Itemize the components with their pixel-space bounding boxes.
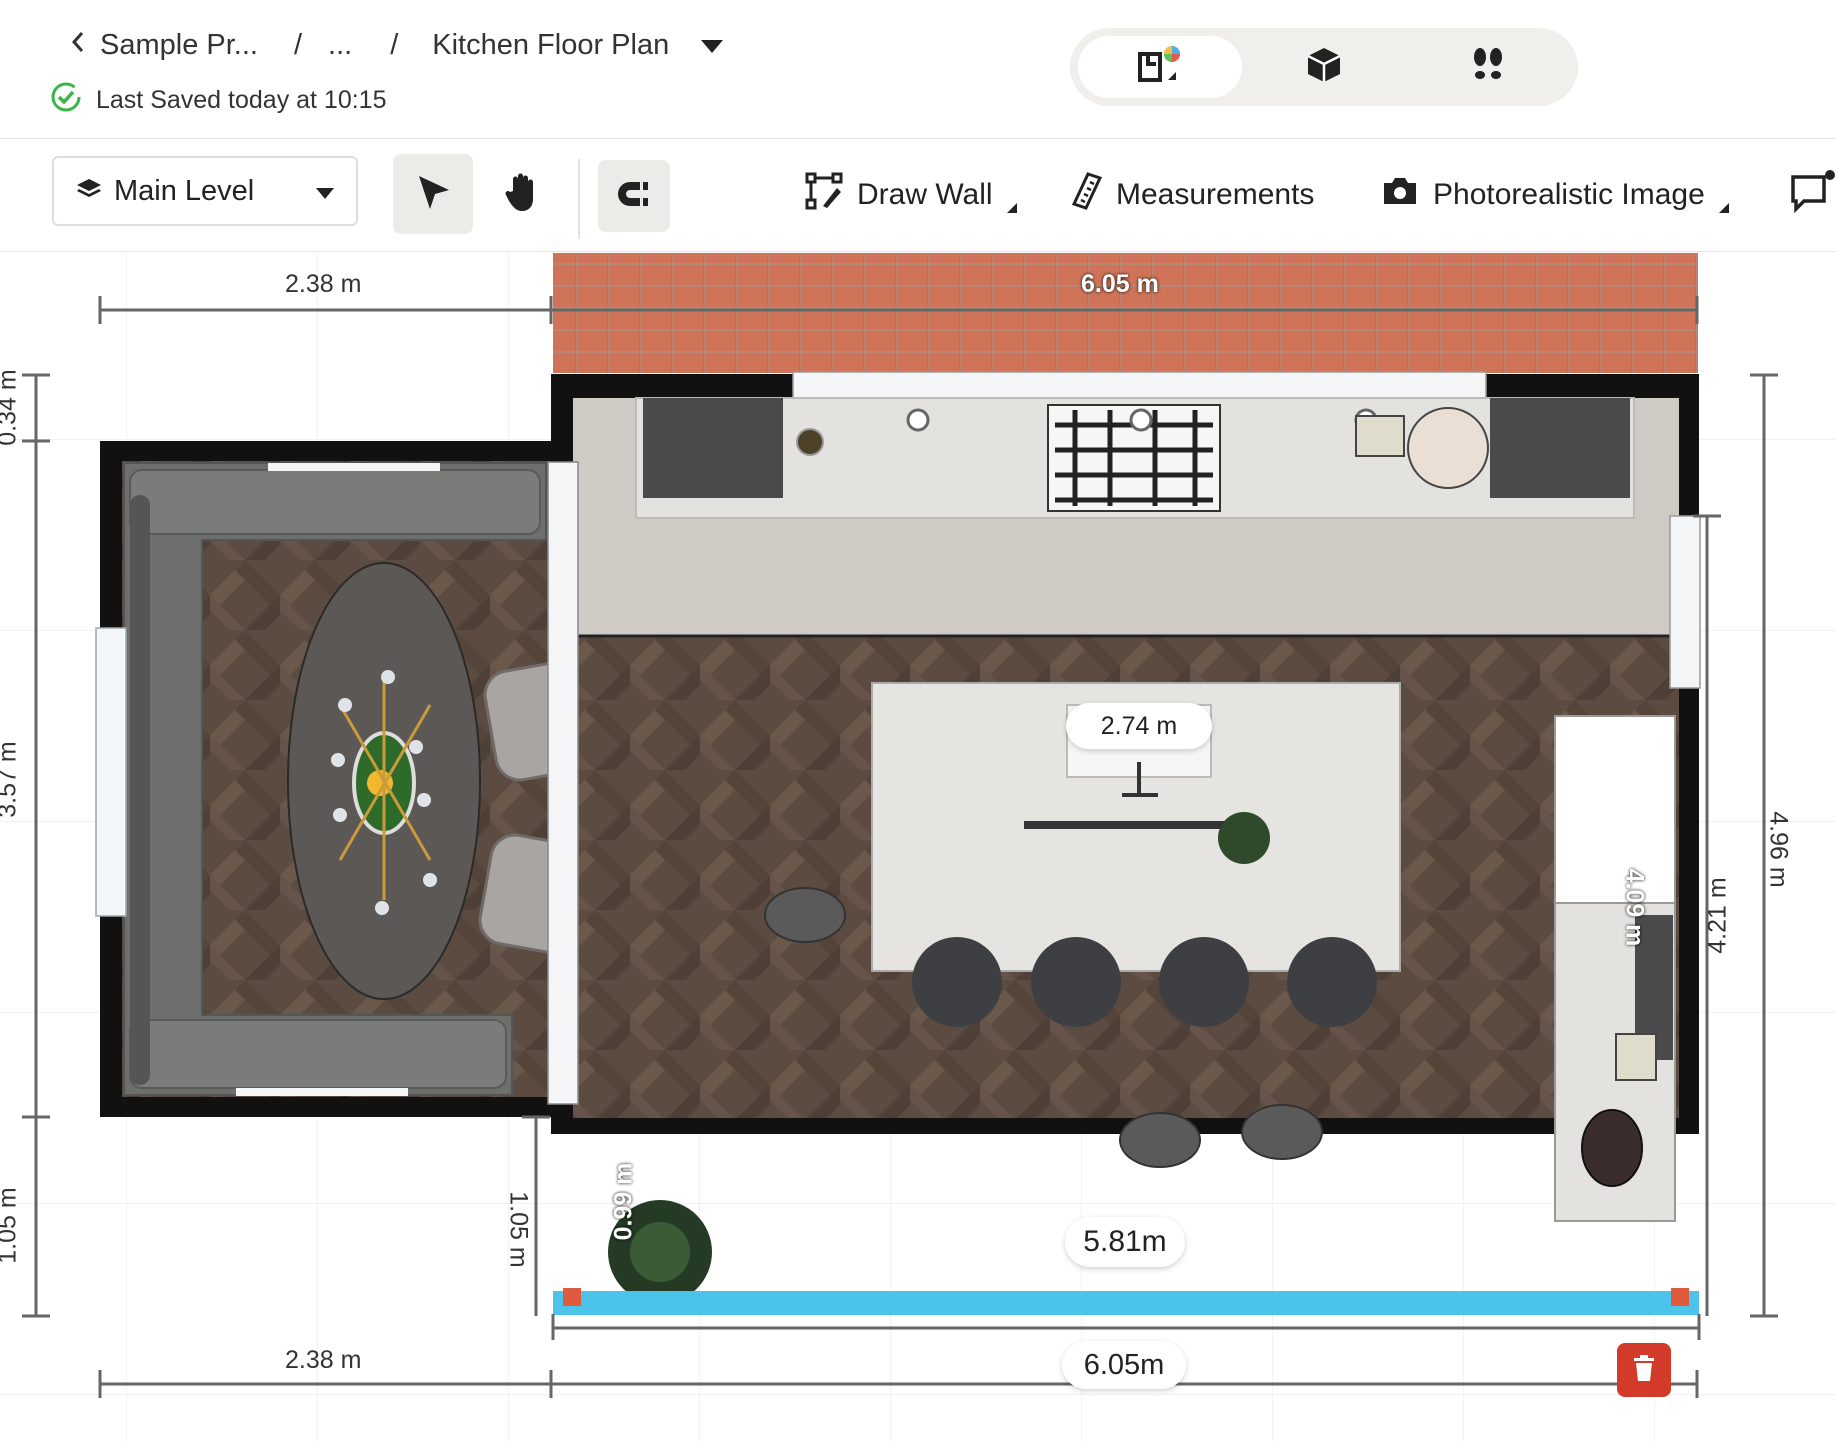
select-tool-button[interactable] bbox=[393, 154, 473, 234]
window bbox=[95, 627, 127, 917]
dimension-label: 6.05m bbox=[1083, 1348, 1165, 1381]
floor-plan-canvas[interactable]: 2.38 m 6.05 m 0.34 m 3.57 m 1.05 m 1.05 … bbox=[0, 253, 1836, 1442]
photorealistic-image-button[interactable]: Photorealistic Image bbox=[1381, 165, 1729, 225]
layers-icon bbox=[76, 175, 102, 208]
submenu-corner-icon bbox=[1718, 187, 1729, 221]
island-dimension-pill[interactable]: 2.74 m bbox=[1066, 703, 1212, 749]
cube-3d-icon bbox=[1304, 45, 1344, 90]
dimension-label: 1.05 m bbox=[504, 1191, 533, 1268]
window bbox=[1669, 515, 1701, 689]
appliance bbox=[643, 398, 783, 498]
app-header: Sample Pr... / ... / Kitchen Floor Plan … bbox=[0, 0, 1836, 139]
draw-wall-label: Draw Wall bbox=[857, 178, 993, 211]
bar-stool bbox=[1287, 937, 1377, 1027]
hand-icon bbox=[503, 171, 543, 218]
dimension-label: 0.99 m bbox=[609, 1162, 638, 1241]
level-label: Main Level bbox=[114, 174, 255, 207]
plant bbox=[1218, 812, 1270, 864]
title-dropdown-icon[interactable] bbox=[701, 29, 724, 62]
dimension-label: 5.81m bbox=[1083, 1225, 1167, 1258]
breadcrumb-separator: / bbox=[390, 28, 399, 61]
dimension-label: 2.38 m bbox=[285, 270, 362, 298]
dimension-label: 2.38 m bbox=[285, 1346, 362, 1374]
measurements-button[interactable]: Measurements bbox=[1071, 165, 1315, 225]
wall-length-pill[interactable]: 6.05m bbox=[1062, 1341, 1186, 1389]
bar-stool bbox=[1241, 1104, 1323, 1160]
bar-stool bbox=[1119, 1112, 1201, 1168]
appliance bbox=[1490, 398, 1630, 498]
photorealistic-image-label: Photorealistic Image bbox=[1433, 178, 1705, 211]
magnet-icon bbox=[614, 178, 654, 215]
dimension-label: 2.74 m bbox=[1100, 711, 1178, 740]
breadcrumb: Sample Pr... / ... / Kitchen Floor Plan bbox=[70, 28, 724, 62]
trash-icon bbox=[1632, 1354, 1656, 1387]
measurements-label: Measurements bbox=[1116, 178, 1315, 211]
selected-wall-length-pill[interactable]: 5.81m bbox=[1065, 1217, 1185, 1267]
back-chevron-icon[interactable] bbox=[70, 28, 86, 62]
draw-wall-icon bbox=[805, 172, 843, 218]
dimension-label: 1.05 m bbox=[0, 1187, 22, 1264]
dimension-label: 4.21 m bbox=[1703, 877, 1732, 954]
dimension-label: 3.57 m bbox=[0, 741, 22, 818]
comment-icon[interactable] bbox=[1790, 169, 1836, 218]
view-3d-button[interactable] bbox=[1242, 36, 1406, 98]
save-status: Last Saved today at 10:15 bbox=[50, 81, 387, 120]
pantry-cabinet bbox=[1554, 715, 1676, 905]
bar-stool bbox=[1159, 937, 1249, 1027]
save-status-text: Last Saved today at 10:15 bbox=[96, 86, 387, 114]
dimension-label: 4.96 m bbox=[1764, 811, 1793, 888]
view-2d-button[interactable] bbox=[1078, 36, 1242, 98]
toolbar-divider bbox=[578, 159, 580, 239]
breadcrumb-ellipsis[interactable]: ... bbox=[328, 29, 352, 62]
draw-wall-button[interactable]: Draw Wall bbox=[805, 165, 1017, 225]
submenu-corner-icon bbox=[1006, 187, 1017, 221]
breadcrumb-project-link[interactable]: Sample Pr... bbox=[100, 29, 258, 62]
snap-magnet-button[interactable] bbox=[598, 160, 670, 232]
dimension-label: 6.05 m bbox=[1081, 270, 1159, 298]
pan-tool-button[interactable] bbox=[483, 154, 563, 234]
camera-icon bbox=[1381, 176, 1419, 214]
interior-wall bbox=[547, 461, 579, 1105]
dimension-label: 0.34 m bbox=[0, 369, 22, 446]
cursor-arrow-icon bbox=[413, 172, 453, 217]
selected-wall-highlight bbox=[553, 1291, 1699, 1315]
page-title: Kitchen Floor Plan bbox=[432, 28, 670, 61]
bar-stool bbox=[912, 937, 1002, 1027]
level-selector[interactable]: Main Level bbox=[52, 156, 358, 226]
floor-plan-2d-icon bbox=[1134, 44, 1186, 91]
breadcrumb-separator: / bbox=[293, 28, 303, 61]
floor-plan-drawing bbox=[0, 253, 1836, 1442]
bar-stool bbox=[1031, 937, 1121, 1027]
delete-button[interactable] bbox=[1617, 1343, 1671, 1397]
ruler-icon bbox=[1071, 172, 1103, 218]
view-walkthrough-button[interactable] bbox=[1406, 36, 1570, 98]
footprints-icon bbox=[1468, 45, 1508, 90]
view-mode-toggle bbox=[1070, 28, 1578, 106]
bar-stool bbox=[764, 887, 846, 943]
check-circle-icon bbox=[50, 81, 82, 120]
chevron-down-icon bbox=[316, 175, 334, 208]
toolbar: Main Level Draw Wall Measurements Photor… bbox=[0, 139, 1836, 252]
dimension-label: 4.09 m bbox=[1620, 868, 1649, 947]
